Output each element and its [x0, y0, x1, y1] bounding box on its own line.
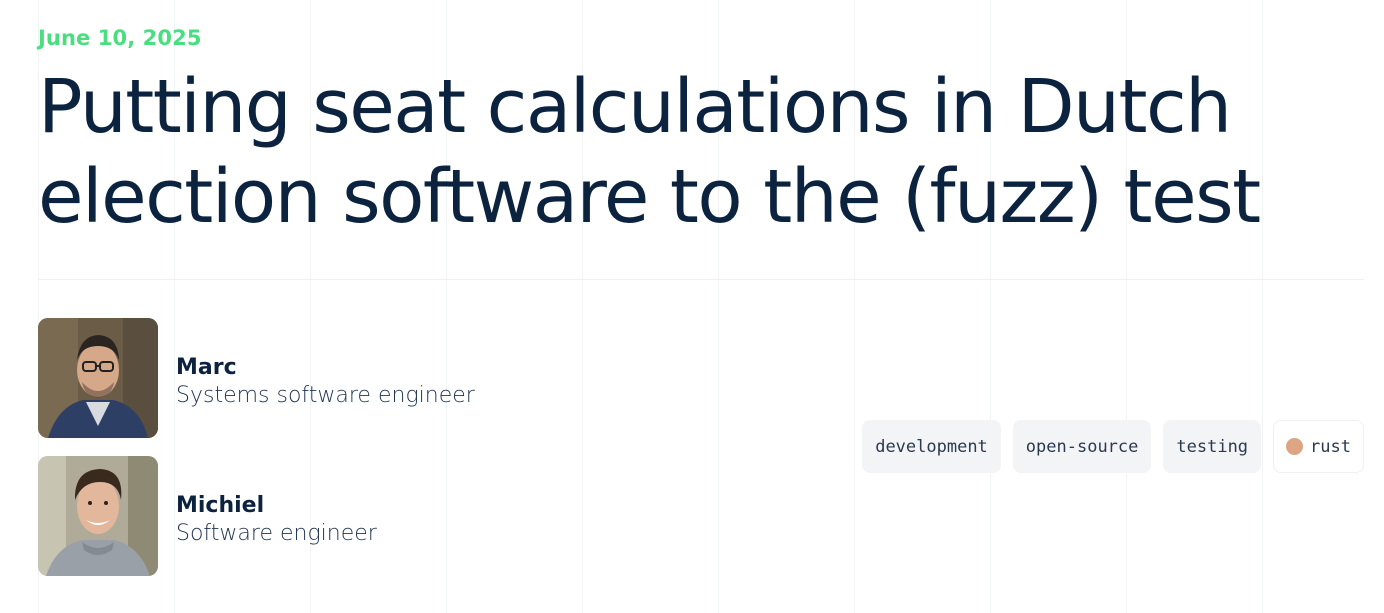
author-info: Michiel Software engineer	[176, 484, 377, 548]
post-title: Putting seat calculations in Dutch elect…	[38, 64, 1261, 240]
author-role: Systems software engineer	[176, 383, 475, 408]
avatar-photo-michiel	[38, 456, 158, 576]
language-dot-icon	[1286, 438, 1304, 455]
avatar	[38, 456, 158, 576]
tag-label: development	[875, 436, 988, 457]
tag-list: development open-source testing rust	[862, 420, 1364, 473]
post-date: June 10, 2025	[38, 26, 202, 50]
article-header: June 10, 2025 Putting seat calculations …	[38, 0, 1364, 613]
author-card: Michiel Software engineer	[38, 456, 377, 576]
tag-development[interactable]: development	[862, 420, 1001, 473]
author-name: Michiel	[176, 493, 265, 518]
author-card: Marc Systems software engineer	[38, 318, 475, 438]
author-name: Marc	[176, 355, 237, 380]
tag-label: open-source	[1025, 436, 1139, 457]
author-info: Marc Systems software engineer	[176, 346, 475, 410]
tag-testing[interactable]: testing	[1163, 420, 1262, 473]
tag-label: rust	[1310, 436, 1351, 457]
header-divider	[38, 279, 1364, 280]
tag-label: testing	[1176, 436, 1249, 457]
avatar	[38, 318, 158, 438]
avatar-photo-marc	[38, 318, 158, 438]
tag-rust[interactable]: rust	[1273, 420, 1364, 473]
tag-open-source[interactable]: open-source	[1012, 420, 1152, 473]
author-role: Software engineer	[176, 521, 377, 546]
